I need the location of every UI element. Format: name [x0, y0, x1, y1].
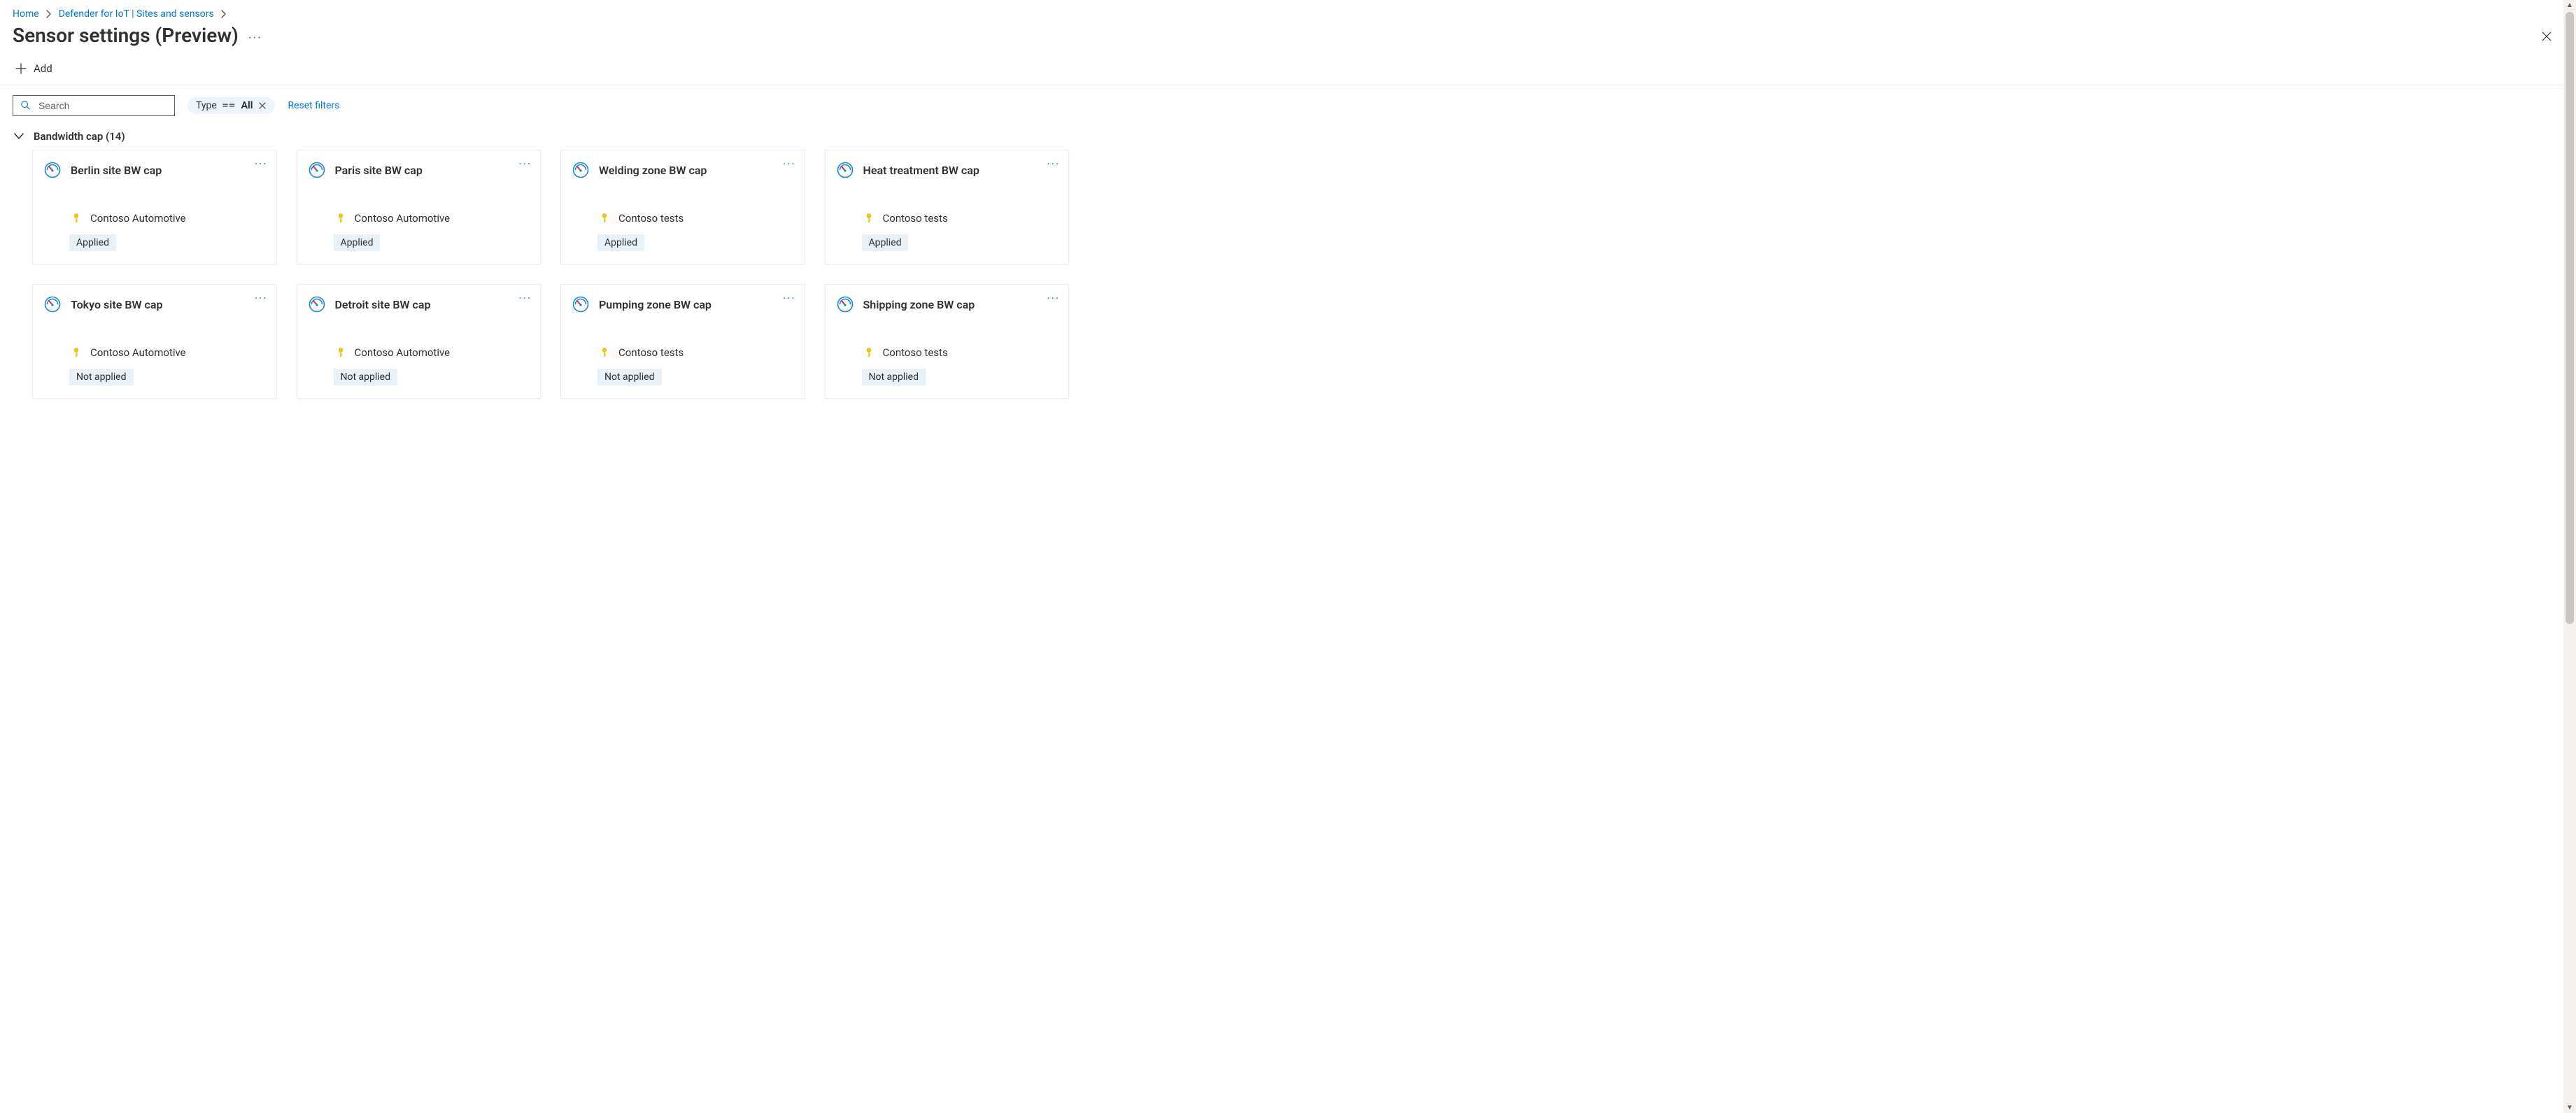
scroll-up-icon[interactable]: ▲ — [2566, 0, 2573, 10]
card-title: Shipping zone BW cap — [863, 298, 975, 311]
card-subscription: Contoso Automotive — [355, 212, 451, 225]
card-subscription: Contoso tests — [883, 212, 948, 225]
gauge-icon — [837, 162, 854, 178]
setting-card[interactable]: ··· Shipping zone BW cap Contoso tests Not … — [825, 284, 1070, 399]
scroll-down-icon[interactable]: ▼ — [2566, 1103, 2573, 1113]
card-more-button[interactable]: ··· — [255, 157, 268, 171]
setting-card[interactable]: ··· Berlin site BW cap Contoso Automotive A… — [32, 150, 277, 264]
status-badge: Not applied — [334, 369, 398, 385]
breadcrumb-link-home[interactable]: Home — [13, 8, 39, 20]
scrollbar[interactable]: ▲ ▼ — [2563, 0, 2576, 1113]
key-icon — [599, 213, 610, 224]
status-badge: Applied — [862, 234, 909, 251]
gauge-icon — [572, 162, 589, 178]
chevron-right-icon — [221, 10, 227, 18]
chevron-right-icon — [46, 10, 52, 18]
add-button[interactable]: Add — [15, 62, 52, 75]
chevron-down-icon — [14, 133, 24, 140]
card-more-button[interactable]: ··· — [783, 157, 796, 171]
key-icon — [863, 213, 875, 224]
filter-pill-value: All — [241, 100, 253, 111]
setting-card[interactable]: ··· Pumping zone BW cap Contoso tests Not a… — [560, 284, 805, 399]
breadcrumb-link-sites[interactable]: Defender for IoT | Sites and sensors — [59, 8, 214, 20]
filter-pill-operator: == — [222, 100, 236, 111]
card-more-button[interactable]: ··· — [518, 157, 532, 171]
status-badge: Not applied — [862, 369, 926, 385]
scroll-thumb[interactable] — [2566, 12, 2574, 624]
page-more-button[interactable]: ··· — [248, 31, 262, 45]
key-icon — [335, 347, 346, 358]
setting-card[interactable]: ··· Detroit site BW cap Contoso Automotive… — [297, 284, 542, 399]
gauge-icon — [309, 162, 325, 178]
card-subscription: Contoso tests — [618, 212, 684, 225]
setting-card[interactable]: ··· Heat treatment BW cap Contoso tests App… — [825, 150, 1070, 264]
filter-pill-clear[interactable] — [258, 101, 267, 110]
card-title: Detroit site BW cap — [335, 298, 431, 311]
gauge-icon — [44, 162, 61, 178]
status-badge: Not applied — [69, 369, 134, 385]
plus-icon — [15, 63, 27, 74]
card-subscription: Contoso Automotive — [90, 346, 186, 359]
gauge-icon — [837, 296, 854, 313]
card-title: Pumping zone BW cap — [599, 298, 712, 311]
card-subscription: Contoso Automotive — [90, 212, 186, 225]
card-title: Welding zone BW cap — [599, 164, 707, 177]
search-input-wrapper[interactable] — [13, 95, 175, 116]
card-title: Berlin site BW cap — [71, 164, 162, 177]
search-input[interactable] — [37, 99, 167, 112]
key-icon — [335, 213, 346, 224]
close-button[interactable] — [2541, 31, 2552, 45]
key-icon — [599, 347, 610, 358]
breadcrumb: Home Defender for IoT | Sites and sensor… — [13, 8, 2563, 21]
filter-pill-label: Type — [196, 100, 217, 111]
key-icon — [71, 347, 82, 358]
card-more-button[interactable]: ··· — [1047, 292, 1060, 305]
card-subscription: Contoso tests — [618, 346, 684, 359]
gauge-icon — [572, 296, 589, 313]
status-badge: Applied — [334, 234, 381, 251]
card-subscription: Contoso Automotive — [355, 346, 451, 359]
add-button-label: Add — [34, 62, 52, 75]
gauge-icon — [309, 296, 325, 313]
group-toggle-bandwidth-cap[interactable]: Bandwidth cap (14) — [13, 122, 2563, 150]
page-title: Sensor settings (Preview) — [13, 24, 239, 47]
search-icon — [20, 99, 30, 113]
card-title: Tokyo site BW cap — [71, 298, 162, 311]
key-icon — [71, 213, 82, 224]
status-badge: Not applied — [597, 369, 662, 385]
card-subscription: Contoso tests — [883, 346, 948, 359]
status-badge: Applied — [597, 234, 644, 251]
group-title: Bandwidth cap (14) — [34, 130, 125, 143]
setting-card[interactable]: ··· Tokyo site BW cap Contoso Automotive No… — [32, 284, 277, 399]
reset-filters-link[interactable]: Reset filters — [288, 100, 339, 111]
filter-pill-type[interactable]: Type == All — [187, 97, 275, 114]
gauge-icon — [44, 296, 61, 313]
card-more-button[interactable]: ··· — [255, 292, 268, 305]
status-badge: Applied — [69, 234, 116, 251]
card-more-button[interactable]: ··· — [1047, 157, 1060, 171]
key-icon — [863, 347, 875, 358]
setting-card[interactable]: ··· Welding zone BW cap Contoso tests Appli… — [560, 150, 805, 264]
card-more-button[interactable]: ··· — [518, 292, 532, 305]
card-title: Paris site BW cap — [335, 164, 423, 177]
setting-card[interactable]: ··· Paris site BW cap Contoso Automotive Ap… — [297, 150, 542, 264]
card-more-button[interactable]: ··· — [783, 292, 796, 305]
card-title: Heat treatment BW cap — [863, 164, 979, 177]
